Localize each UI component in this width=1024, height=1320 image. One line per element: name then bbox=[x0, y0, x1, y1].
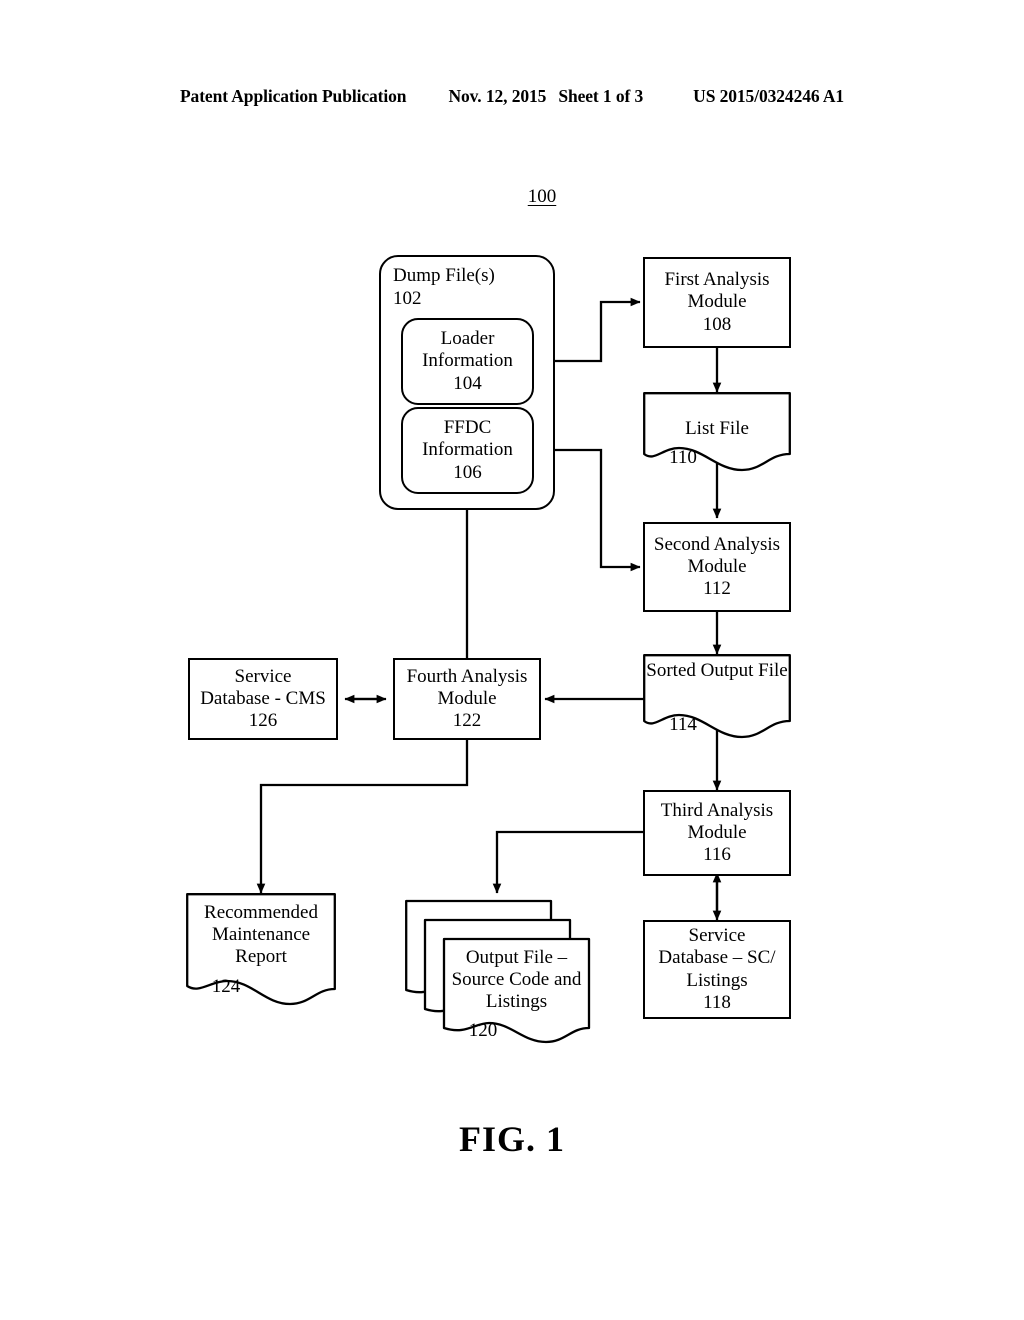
recommended-report-number: 124 bbox=[211, 976, 241, 997]
sorted-output-file-label: Sorted Output File bbox=[646, 660, 788, 681]
loader-information-node[interactable]: Loader Information 104 bbox=[401, 318, 534, 405]
dump-files-label: Dump File(s) 102 bbox=[393, 265, 495, 309]
figure-caption: FIG. 1 bbox=[458, 1119, 565, 1159]
output-file-label: Output File – Source Code and Listings bbox=[451, 947, 582, 1013]
recommended-maintenance-report-node[interactable]: Recommended Maintenance Report 124 bbox=[186, 893, 336, 1013]
sorted-output-file-number: 114 bbox=[669, 714, 697, 735]
fourth-analysis-module-node[interactable]: Fourth Analysis Module 122 bbox=[393, 658, 541, 740]
list-file-label: List File bbox=[685, 418, 749, 439]
recommended-report-label: Recommended Maintenance Report bbox=[204, 902, 318, 968]
first-analysis-module-node[interactable]: First Analysis Module 108 bbox=[643, 257, 791, 348]
ffdc-information-node[interactable]: FFDC Information 106 bbox=[401, 407, 534, 494]
output-file-source-code-node[interactable]: Output File – Source Code and Listings 1… bbox=[405, 893, 605, 1053]
service-database-sc-listings-node[interactable]: Service Database – SC/ Listings 118 bbox=[643, 920, 791, 1019]
list-file-number: 110 bbox=[669, 447, 697, 468]
second-analysis-module-node[interactable]: Second Analysis Module 112 bbox=[643, 522, 791, 612]
service-database-cms-node[interactable]: Service Database - CMS 126 bbox=[188, 658, 338, 740]
connector-fourth-analysis-to-report bbox=[256, 740, 469, 894]
figure-reference-numeral: 100 bbox=[527, 186, 557, 207]
third-analysis-module-node[interactable]: Third Analysis Module 116 bbox=[643, 790, 791, 876]
sorted-output-file-node[interactable]: Sorted Output File 114 bbox=[643, 654, 791, 745]
output-file-number: 120 bbox=[468, 1020, 498, 1041]
list-file-node[interactable]: List File 110 bbox=[643, 392, 791, 477]
connector-third-analysis-to-output-file bbox=[492, 830, 644, 894]
